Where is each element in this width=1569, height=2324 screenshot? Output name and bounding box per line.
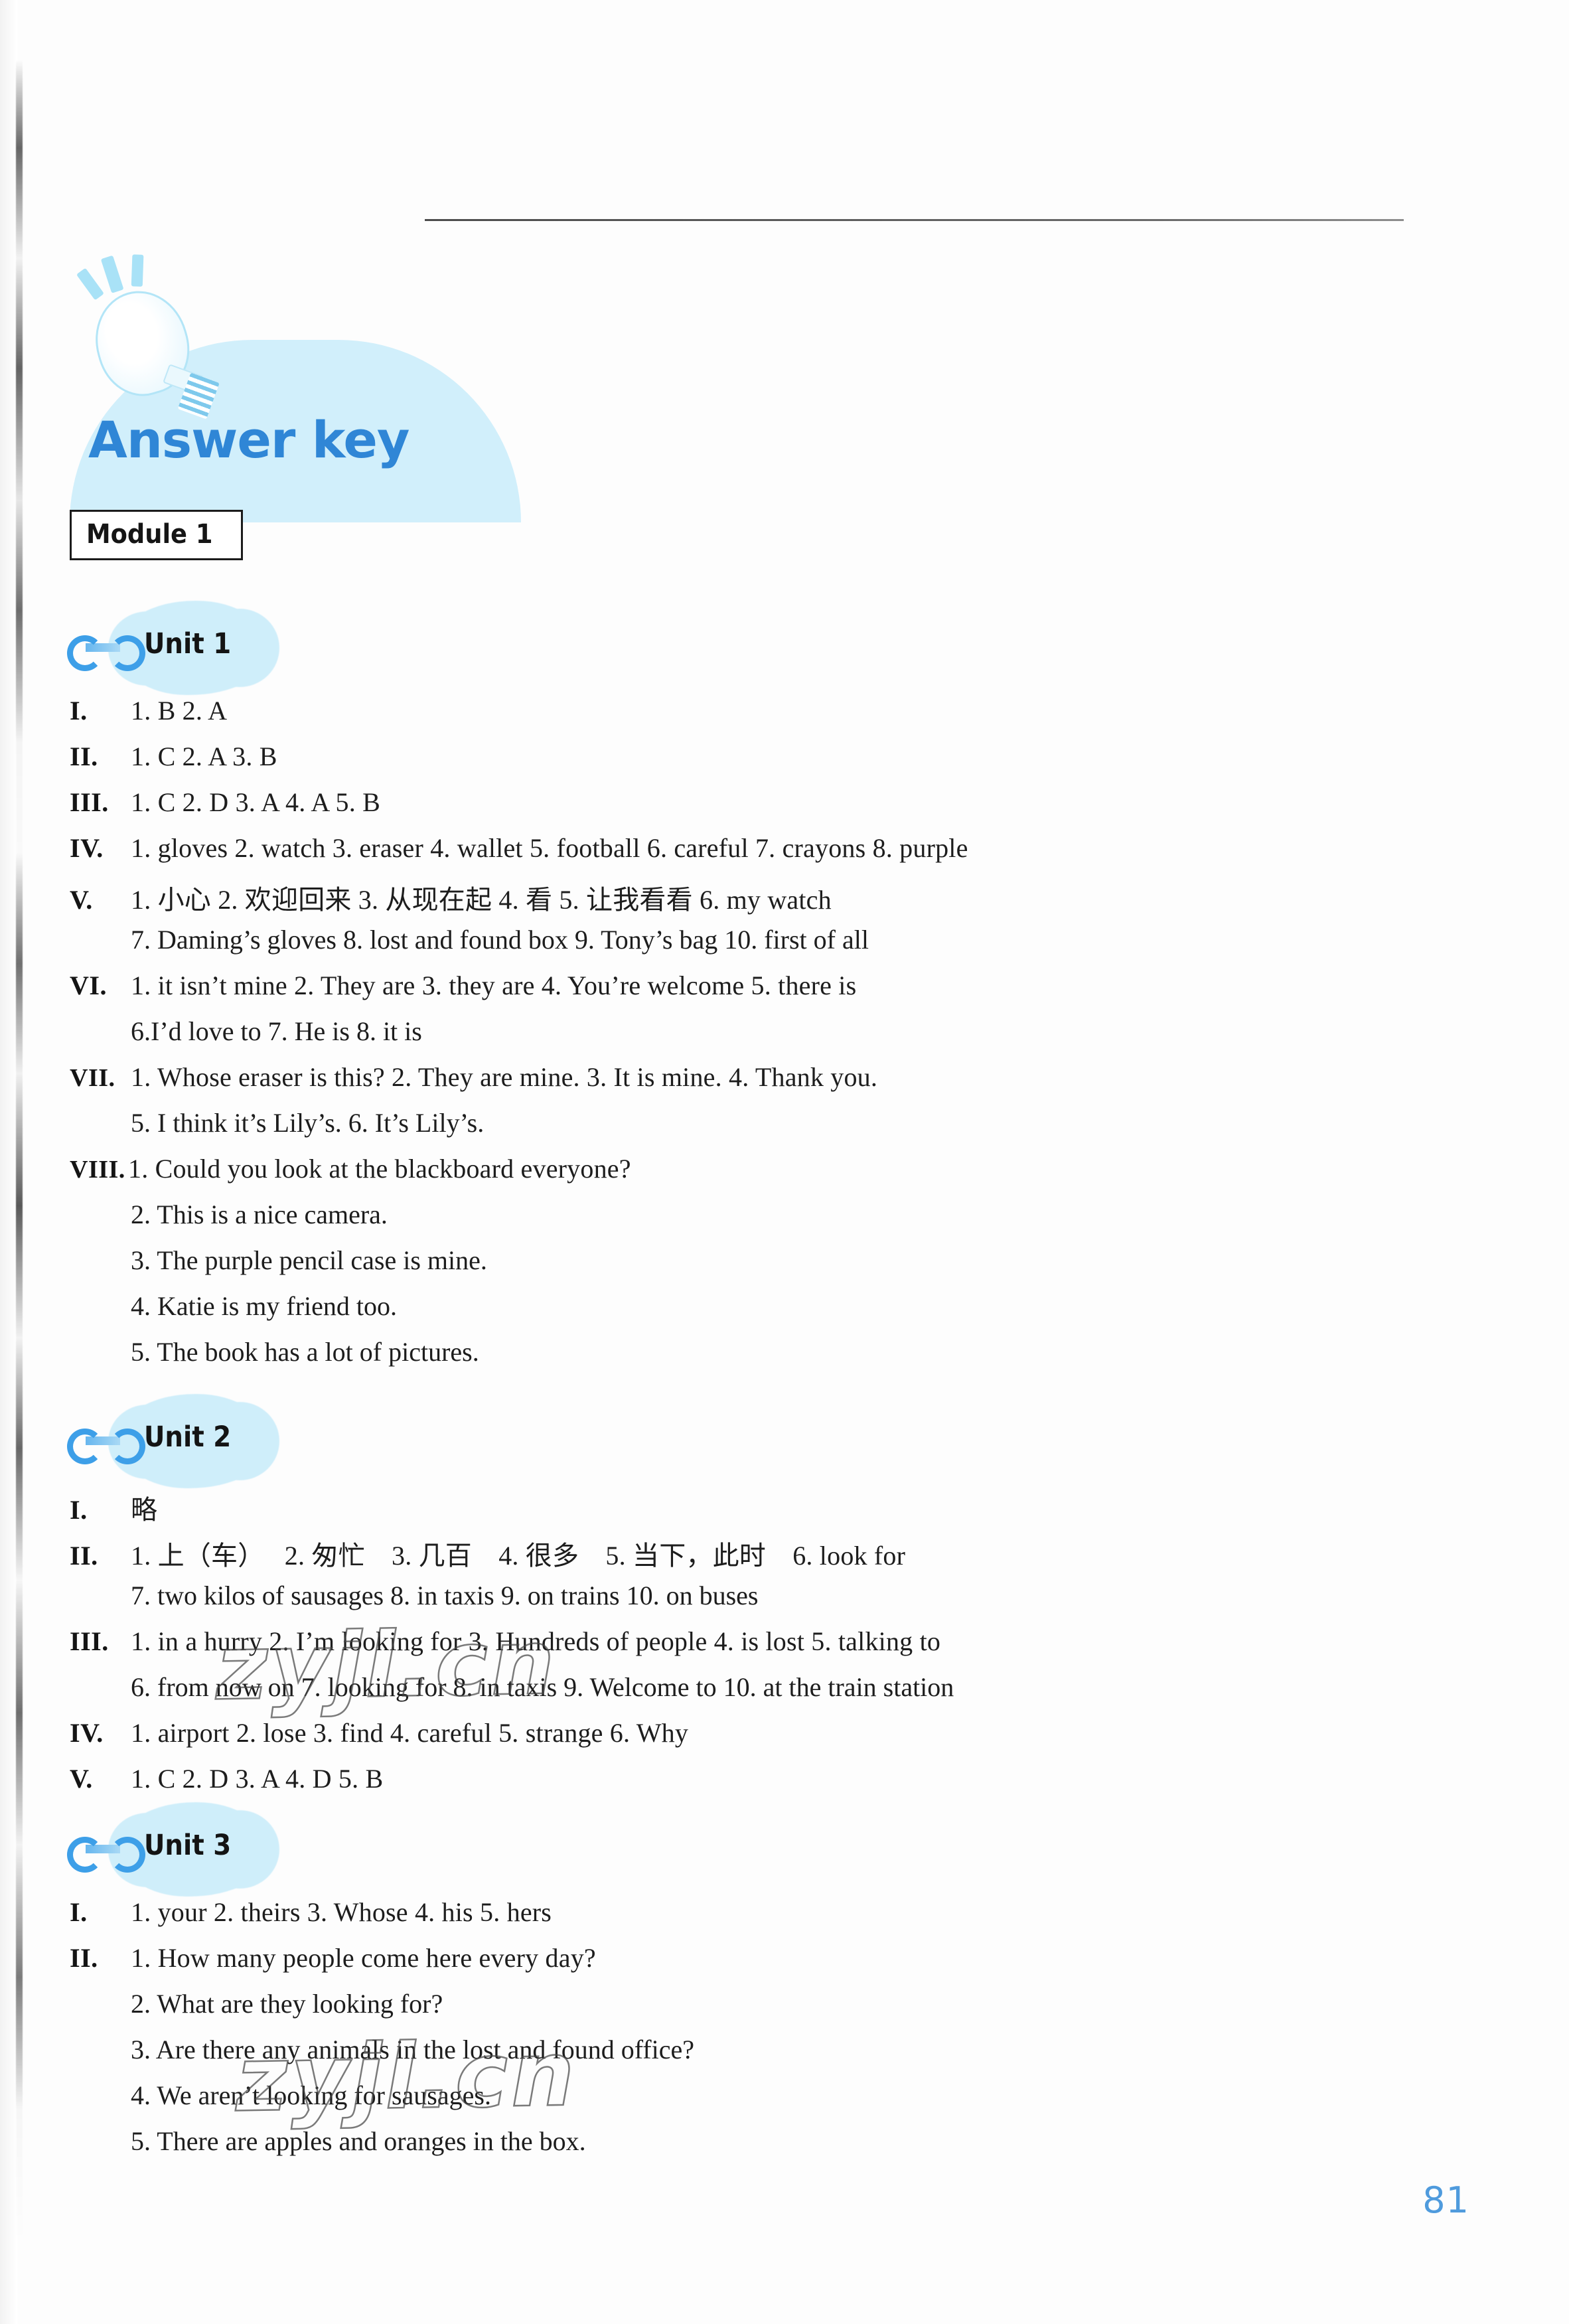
section-answer-line: 5. I think it’s Lily’s. 6. It’s Lily’s. <box>131 1108 485 1138</box>
module-label: Module 1 <box>86 519 213 550</box>
section-answer-line: 3. Are there any animals in the lost and… <box>131 2035 695 2064</box>
answer-row: V. 1. 小心 2. 欢迎回来 3. 从现在起 4. 看 5. 让我看看 6.… <box>70 878 832 917</box>
section-answer-line: 3. The purple pencil case is mine. <box>131 1245 487 1275</box>
section-answer-line: 1. Could you look at the blackboard ever… <box>128 1154 631 1184</box>
section-roman: I. <box>70 1897 88 1927</box>
unit-banner-1: Unit 1 <box>63 601 282 695</box>
section-answer-line: 4. Katie is my friend too. <box>131 1291 398 1321</box>
link-ring-left-icon-1 <box>67 635 103 671</box>
page-header: Answer key <box>63 239 1390 522</box>
unit-banner-2: Unit 2 <box>63 1394 282 1488</box>
section-answer-line: 1. B 2. A <box>131 696 228 726</box>
link-ring-right-icon-1 <box>110 635 145 671</box>
answer-row: II. 1. How many people come here every d… <box>70 1942 596 1974</box>
page-title: Answer key <box>88 410 410 469</box>
section-roman: IV. <box>70 833 104 863</box>
section-roman: II. <box>70 1541 98 1571</box>
page-content: Answer key Module 1 Unit 1 I. 1. B 2. A … <box>0 0 1569 2324</box>
lightbulb-ray-center <box>100 255 124 293</box>
unit-label-3: Unit 3 <box>144 1829 232 1862</box>
link-ring-left-icon-3 <box>67 1837 103 1873</box>
section-answer-line: 1. Whose eraser is this? 2. They are min… <box>131 1062 878 1092</box>
answer-row: I. 1. B 2. A <box>70 695 227 726</box>
section-roman: III. <box>70 787 109 817</box>
answer-row: II. 1. 上（车） 2. 匆忙 3. 几百 4. 很多 5. 当下，此时 6… <box>70 1534 905 1573</box>
answer-row: III. 1. C 2. D 3. A 4. A 5. B <box>70 787 380 818</box>
answer-row: II. 1. C 2. A 3. B <box>70 741 277 772</box>
section-answer-line: 6. from now on 7. looking for 8. in taxi… <box>131 1672 954 1702</box>
answer-row: V. 1. C 2. D 3. A 4. D 5. B <box>70 1763 383 1794</box>
section-answer-line: 1. it isn’t mine 2. They are 3. they are… <box>131 970 857 1000</box>
section-answer-line: 2. What are they looking for? <box>131 1989 443 2019</box>
section-answer-line: 1. C 2. D 3. A 4. A 5. B <box>131 787 380 817</box>
section-answer-line: 1. 小心 2. 欢迎回来 3. 从现在起 4. 看 5. 让我看看 6. my… <box>131 885 832 915</box>
section-answer-line: 1. in a hurry 2. I’m looking for 3. Hund… <box>131 1626 941 1656</box>
answer-row: VI. 1. it isn’t mine 2. They are 3. they… <box>70 970 856 1001</box>
section-answer-line: 4. We aren’t looking for sausages. <box>131 2080 491 2110</box>
section-roman: VII. <box>70 1064 115 1092</box>
answer-row: IV. 1. airport 2. lose 3. find 4. carefu… <box>70 1717 688 1748</box>
page-number: 81 <box>1422 2179 1469 2221</box>
section-roman: II. <box>70 1943 98 1973</box>
answer-row: VII. 1. Whose eraser is this? 2. They ar… <box>70 1061 877 1093</box>
answer-row: VIII. 1. Could you look at the blackboar… <box>70 1153 631 1184</box>
unit-label-2: Unit 2 <box>144 1421 232 1454</box>
section-answer-line: 7. two kilos of sausages 8. in taxis 9. … <box>131 1581 759 1610</box>
section-answer-line: 1. 上（车） 2. 匆忙 3. 几百 4. 很多 5. 当下，此时 6. lo… <box>131 1541 906 1571</box>
section-answer-line: 1. your 2. theirs 3. Whose 4. his 5. her… <box>131 1897 552 1927</box>
lightbulb-ray-right <box>131 254 144 287</box>
section-answer-line: 7. Daming’s gloves 8. lost and found box… <box>131 925 869 955</box>
section-roman: VI. <box>70 970 107 1000</box>
section-answer-line: 2. This is a nice camera. <box>131 1200 388 1229</box>
section-roman: I. <box>70 696 88 726</box>
section-roman: III. <box>70 1626 109 1656</box>
link-ring-left-icon-2 <box>67 1429 103 1464</box>
section-answer-line: 略 <box>131 1495 158 1525</box>
section-roman: IV. <box>70 1718 104 1748</box>
lightbulb-ray-left <box>76 268 104 301</box>
section-answer-line: 5. The book has a lot of pictures. <box>131 1337 479 1367</box>
link-ring-right-icon-3 <box>110 1837 145 1873</box>
answer-row: III. 1. in a hurry 2. I’m looking for 3.… <box>70 1626 940 1657</box>
section-answer-line: 1. airport 2. lose 3. find 4. careful 5.… <box>131 1718 689 1748</box>
section-roman: V. <box>70 885 93 915</box>
section-answer-line: 5. There are apples and oranges in the b… <box>131 2126 586 2156</box>
section-roman: I. <box>70 1495 88 1525</box>
section-answer-line: 1. How many people come here every day? <box>131 1943 596 1973</box>
module-box: Module 1 <box>70 510 243 560</box>
unit-banner-3: Unit 3 <box>63 1802 282 1897</box>
answer-row: I. 略 <box>70 1488 157 1527</box>
answer-row: I. 1. your 2. theirs 3. Whose 4. his 5. … <box>70 1897 552 1928</box>
section-answer-line: 1. C 2. D 3. A 4. D 5. B <box>131 1764 384 1794</box>
header-divider-rule <box>425 219 1404 221</box>
section-roman: VIII. <box>70 1156 125 1184</box>
section-answer-line: 6.I’d love to 7. He is 8. it is <box>131 1016 422 1046</box>
answer-key-page: Answer key Module 1 Unit 1 I. 1. B 2. A … <box>0 0 1569 2324</box>
section-roman: V. <box>70 1764 93 1794</box>
section-roman: II. <box>70 741 98 771</box>
link-ring-right-icon-2 <box>110 1429 145 1464</box>
section-answer-line: 1. C 2. A 3. B <box>131 741 277 771</box>
answer-row: IV. 1. gloves 2. watch 3. eraser 4. wall… <box>70 832 968 864</box>
section-answer-line: 1. gloves 2. watch 3. eraser 4. wallet 5… <box>131 833 968 863</box>
unit-label-1: Unit 1 <box>144 627 232 660</box>
